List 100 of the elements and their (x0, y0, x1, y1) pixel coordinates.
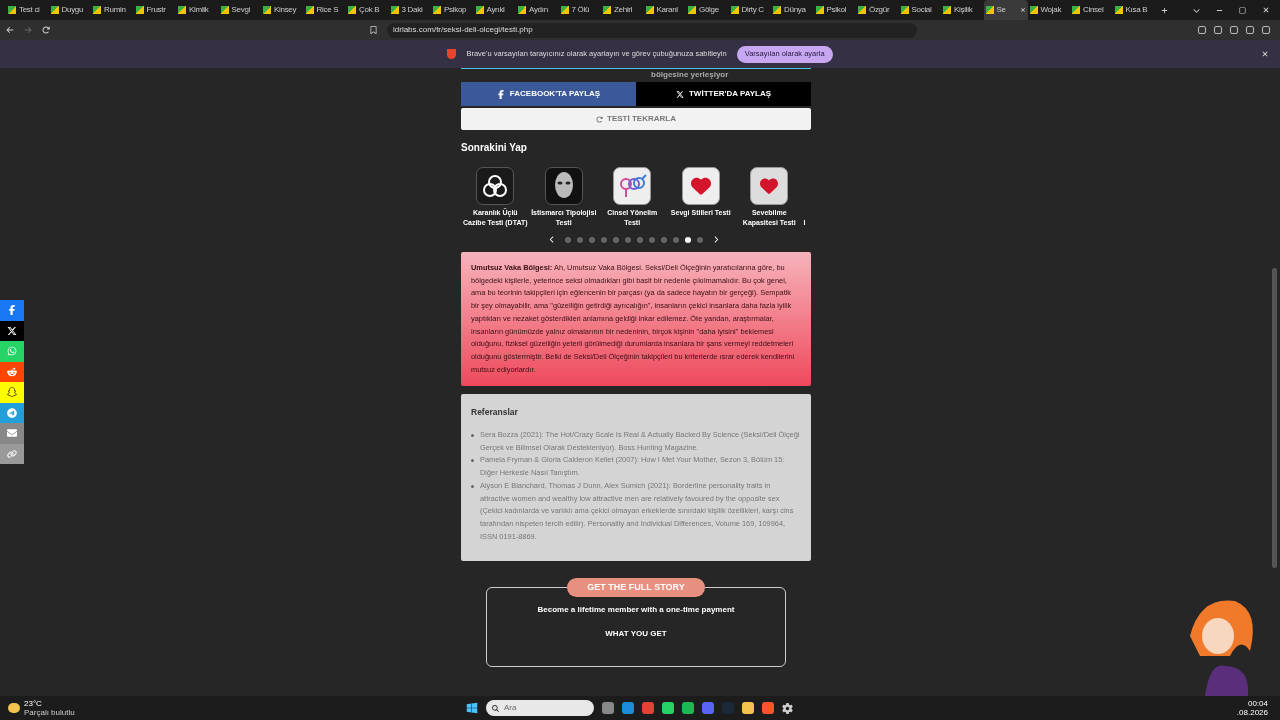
tab-title: Zehirl (614, 4, 633, 16)
tab-title: Kişilik (954, 4, 973, 16)
triquetra-icon (476, 167, 515, 205)
browser-tab[interactable]: Dirty C (728, 0, 771, 20)
browser-tab[interactable]: Ayrıkl (473, 0, 516, 20)
app-icon[interactable] (682, 702, 694, 714)
bullet-icon (471, 459, 474, 463)
link-icon[interactable] (0, 443, 24, 464)
app-icon[interactable] (622, 702, 634, 714)
share-button[interactable]: TWİTTER'DA PAYLAŞ (636, 82, 811, 106)
browser-tab[interactable]: 7 Ölü (558, 0, 601, 20)
clock-time: 00:04 (1247, 699, 1268, 708)
weather-icon[interactable] (8, 703, 20, 713)
snapchat-icon[interactable] (0, 382, 24, 403)
browser-tab[interactable]: Zehirl (601, 0, 644, 20)
previous-icon[interactable] (549, 236, 555, 243)
favicon-icon (730, 6, 739, 14)
mask-icon (544, 167, 583, 205)
mail-icon[interactable] (0, 423, 24, 444)
reload-icon (596, 115, 604, 123)
promo-badge: GET THE FULL STORY (567, 578, 705, 598)
facebook-icon (496, 89, 505, 99)
browser-tab[interactable]: 3 Daki (388, 0, 431, 20)
search-field[interactable]: Ara (486, 700, 594, 716)
favicon-icon (433, 6, 441, 14)
app-icon[interactable] (702, 702, 714, 714)
browser-tab[interactable]: Psikol (813, 0, 856, 20)
close-icon[interactable] (1262, 6, 1270, 14)
browser-tab[interactable]: Çok B (346, 0, 389, 20)
app-icon[interactable] (742, 702, 754, 714)
browser-tab[interactable]: Aydın (516, 0, 559, 20)
browser-tab[interactable]: Dünya (771, 0, 814, 20)
telegram-icon[interactable] (0, 402, 24, 423)
tab-title: Ayrıkl (486, 4, 505, 16)
tab-title: Dirty C (741, 4, 764, 16)
tab-title: Rice S (316, 4, 339, 16)
gender-symbols-icon (613, 167, 652, 205)
promo-subheading: WHAT YOU GET (605, 628, 667, 641)
favicon-icon (985, 6, 994, 14)
references-title: Referanslar (471, 406, 519, 420)
address-field[interactable]: idrlabs.com/tr/seksi-deli-olcegi/testi.php (387, 22, 917, 38)
tab-title: 3 Daki (401, 4, 423, 16)
favicon-icon (603, 6, 611, 14)
promo-headline: Become a lifetime member with a one-time payment (537, 604, 735, 617)
reddit-icon[interactable] (0, 361, 24, 382)
browser-tab[interactable]: Özgür (856, 0, 899, 20)
browser-tab[interactable]: Social (898, 0, 941, 20)
browser-tab[interactable]: Wojak (1027, 0, 1070, 20)
browser-tab[interactable]: Cinsel (1070, 0, 1113, 20)
tab-title: Karanl (656, 4, 678, 16)
browser-tab[interactable]: Karanl (643, 0, 686, 20)
app-icon[interactable] (662, 702, 674, 714)
browser-tab[interactable]: Rumin (91, 0, 134, 20)
reload-icon[interactable] (42, 26, 50, 34)
favicon-icon (390, 6, 399, 14)
browser-tab[interactable]: Kinsey (261, 0, 304, 20)
tab-title: Test ci (19, 4, 40, 16)
tab-title: Rumin (104, 4, 126, 16)
share-button[interactable]: FACEBOOK'TA PAYLAŞ (461, 82, 636, 106)
browser-tab[interactable]: Gölge (686, 0, 729, 20)
section-heading: Sonrakini Yap (461, 141, 528, 155)
new-tab-icon[interactable] (1161, 6, 1168, 14)
x-icon[interactable] (0, 320, 24, 341)
scrollbar[interactable] (1272, 268, 1277, 568)
bookmark-icon[interactable] (370, 26, 377, 34)
browser-tab[interactable]: Rice S (303, 0, 346, 20)
favicon-icon (135, 6, 144, 14)
favicon-icon (475, 6, 484, 14)
favicon-icon (1029, 6, 1038, 14)
tab-title: Çok B (359, 4, 380, 16)
tab-title: Cinsel (1083, 4, 1104, 16)
app-icon[interactable] (602, 702, 614, 714)
tab-title: Aydın (529, 4, 548, 16)
browser-tab[interactable]: Se (983, 0, 1028, 20)
close-icon[interactable] (1019, 7, 1026, 13)
browser-tab[interactable]: Kısa B (1112, 0, 1155, 20)
chevron-icon[interactable] (1193, 6, 1200, 14)
settings-icon[interactable] (782, 702, 793, 714)
favicon-icon (8, 6, 16, 14)
browser-tab[interactable]: Sevgi (218, 0, 261, 20)
facebook-icon[interactable] (0, 300, 24, 321)
favicon-icon (773, 6, 781, 14)
tab-title: Social (911, 4, 932, 16)
app-icon[interactable] (642, 702, 654, 714)
back-icon[interactable] (6, 26, 14, 34)
favicon-icon (560, 6, 569, 14)
app-icon[interactable] (762, 702, 774, 714)
tab-title: Duygu (61, 4, 84, 16)
start-icon[interactable] (466, 702, 478, 714)
browser-tab[interactable]: Psikop (431, 0, 474, 20)
browser-tab[interactable]: Kimlik (176, 0, 219, 20)
close-icon[interactable] (1261, 50, 1269, 58)
maximize-icon[interactable] (1239, 6, 1246, 14)
browser-tab[interactable]: Frustr (133, 0, 176, 20)
favicon-icon (858, 6, 866, 14)
retake-test-button[interactable]: TESTİ TEKRARLA (461, 108, 811, 130)
browser-tab[interactable]: Test ci (6, 0, 49, 20)
browser-tab[interactable]: Duygu (48, 0, 91, 20)
browser-tab[interactable]: Kişilik (941, 0, 984, 20)
next-icon[interactable] (713, 236, 719, 243)
